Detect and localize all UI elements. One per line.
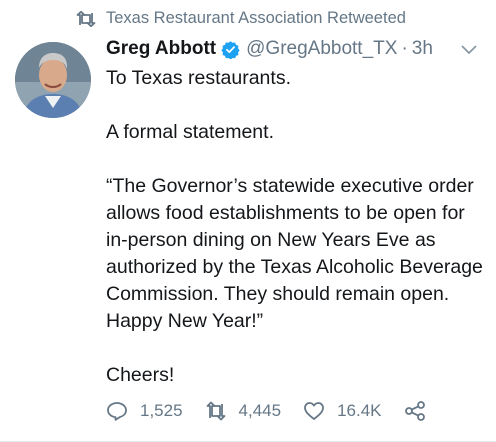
like-button[interactable]: 16.4K xyxy=(303,401,382,421)
retweet-button[interactable]: 4,445 xyxy=(205,401,282,421)
reply-count: 1,525 xyxy=(140,401,183,420)
tweet-actions: 1,525 4,445 16.4K xyxy=(106,401,448,421)
reply-icon xyxy=(106,401,128,421)
heart-icon xyxy=(303,401,325,421)
avatar[interactable] xyxy=(15,42,91,118)
retweet-context-text: Texas Restaurant Association Retweeted xyxy=(106,9,406,27)
retweet-icon xyxy=(205,401,227,421)
separator-dot: · xyxy=(401,38,408,59)
share-icon xyxy=(404,401,426,421)
verified-badge-icon xyxy=(221,40,240,59)
retweet-icon xyxy=(76,10,96,27)
tweet-line: Cheers! xyxy=(106,364,175,386)
author-name[interactable]: Greg Abbott xyxy=(106,38,216,60)
tweet-line: A formal statement. xyxy=(106,121,274,143)
share-button[interactable] xyxy=(404,401,426,421)
chevron-down-icon[interactable] xyxy=(460,43,478,55)
retweet-context[interactable]: Texas Restaurant Association Retweeted xyxy=(76,9,406,28)
tweet-text: To Texas restaurants. A formal statement… xyxy=(106,65,486,389)
tweet-header: Greg Abbott @GregAbbott_TX · 3h xyxy=(106,38,478,60)
reply-button[interactable]: 1,525 xyxy=(106,401,183,421)
tweet-line: “The Governor’s statewide executive orde… xyxy=(106,175,483,332)
author-handle[interactable]: @GregAbbott_TX xyxy=(246,38,397,60)
like-count: 16.4K xyxy=(337,401,382,420)
retweet-count: 4,445 xyxy=(238,401,282,420)
tweet-line: To Texas restaurants. xyxy=(106,67,291,89)
tweet-time[interactable]: 3h xyxy=(412,38,433,60)
